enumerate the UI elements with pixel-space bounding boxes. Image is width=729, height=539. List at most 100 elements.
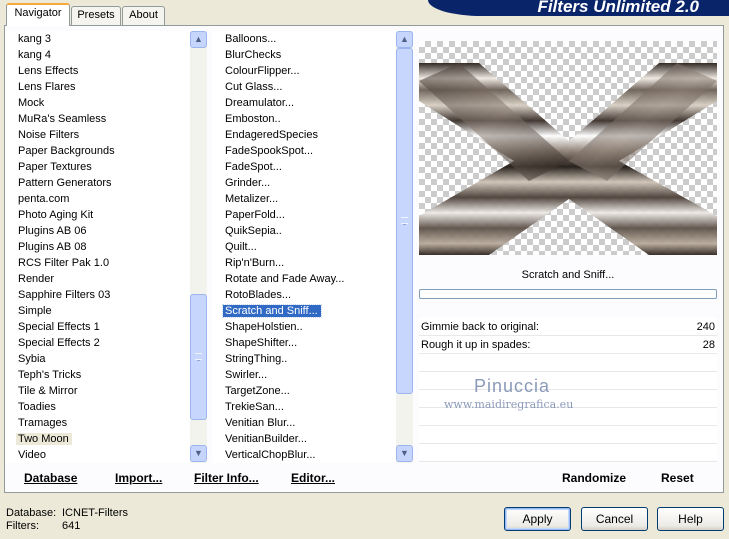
- list-item[interactable]: kang 3: [5, 31, 191, 47]
- param-value[interactable]: 240: [697, 318, 715, 336]
- list-item[interactable]: Emboston..: [212, 111, 397, 127]
- list-item[interactable]: MuRa's Seamless: [5, 111, 191, 127]
- down-arrow-icon[interactable]: ▼: [190, 445, 207, 462]
- category-list[interactable]: kang 3 kang 4 Lens Effects Lens Flares Mock M…: [5, 31, 191, 463]
- list-item[interactable]: penta.com: [5, 191, 191, 207]
- list-item-label: Teph's Tricks: [18, 369, 82, 381]
- help-button[interactable]: Help: [657, 507, 724, 531]
- param-row[interactable]: Gimmie back to original: 240: [419, 318, 717, 336]
- list-item[interactable]: ShapeShifter...: [212, 335, 397, 351]
- list-item-label: Sybia: [18, 353, 46, 365]
- list-item[interactable]: QuikSepia..: [212, 223, 397, 239]
- list-item[interactable]: Dreamulator...: [212, 95, 397, 111]
- up-arrow-icon[interactable]: ▲: [396, 31, 413, 48]
- list-item[interactable]: RCS Filter Pak 1.0: [5, 255, 191, 271]
- list-item[interactable]: Lens Flares: [5, 79, 191, 95]
- list-item[interactable]: StringThing..: [212, 351, 397, 367]
- preview-art: [419, 63, 717, 255]
- filter-scrollbar[interactable]: ▲ ▼: [396, 31, 413, 463]
- list-item[interactable]: Plugins AB 06: [5, 223, 191, 239]
- list-item[interactable]: FadeSpot...: [212, 159, 397, 175]
- tab-about[interactable]: About: [122, 6, 165, 25]
- list-item[interactable]: Plugins AB 08: [5, 239, 191, 255]
- list-item-label: Grinder...: [225, 177, 271, 189]
- list-item[interactable]: Paper Backgrounds: [5, 143, 191, 159]
- cancel-button[interactable]: Cancel: [581, 507, 648, 531]
- list-item-label: Photo Aging Kit: [18, 209, 94, 221]
- reset-button[interactable]: Reset: [661, 471, 694, 485]
- list-item-label: FadeSpookSpot...: [225, 145, 314, 157]
- watermark-name: Pinuccia: [474, 376, 551, 396]
- list-item[interactable]: EndageredSpecies: [212, 127, 397, 143]
- list-item[interactable]: Rip'n'Burn...: [212, 255, 397, 271]
- list-item-label: RotoBlades...: [225, 289, 292, 301]
- list-item[interactable]: Swirler...: [212, 367, 397, 383]
- list-item[interactable]: Sapphire Filters 03: [5, 287, 191, 303]
- list-item[interactable]: Simple: [5, 303, 191, 319]
- list-item-label: Lens Flares: [18, 81, 76, 93]
- filter-info-button[interactable]: Filter Info...: [194, 471, 259, 485]
- filter-scroll-thumb[interactable]: [396, 48, 413, 394]
- list-item-label: Noise Filters: [18, 129, 80, 141]
- list-item-label: Metalizer...: [225, 193, 279, 205]
- list-item[interactable]: Lens Effects: [5, 63, 191, 79]
- list-item[interactable]: Toadies: [5, 399, 191, 415]
- list-item[interactable]: Venitian Blur...: [212, 415, 397, 431]
- selected-list-item[interactable]: Two Moon: [5, 431, 191, 447]
- list-item[interactable]: TargetZone...: [212, 383, 397, 399]
- list-item[interactable]: Balloons...: [212, 31, 397, 47]
- list-item[interactable]: Teph's Tricks: [5, 367, 191, 383]
- filter-list[interactable]: Balloons... BlurChecks ColourFlipper... Cut…: [212, 31, 397, 463]
- progress-bar: [419, 289, 717, 299]
- param-value[interactable]: 28: [703, 336, 715, 354]
- list-item[interactable]: Paper Textures: [5, 159, 191, 175]
- import-button[interactable]: Import...: [115, 471, 162, 485]
- list-item[interactable]: Grinder...: [212, 175, 397, 191]
- param-row[interactable]: Rough it up in spades: 28: [419, 336, 717, 354]
- list-item[interactable]: ShapeHolstien..: [212, 319, 397, 335]
- list-item[interactable]: Special Effects 1: [5, 319, 191, 335]
- list-item[interactable]: PaperFold...: [212, 207, 397, 223]
- tab-navigator[interactable]: Navigator: [6, 3, 70, 26]
- list-item-label: RCS Filter Pak 1.0: [18, 257, 110, 269]
- down-arrow-icon[interactable]: ▼: [396, 445, 413, 462]
- database-button[interactable]: Database: [24, 471, 77, 485]
- up-arrow-icon[interactable]: ▲: [190, 31, 207, 48]
- list-item[interactable]: Quilt...: [212, 239, 397, 255]
- list-item-label: Rip'n'Burn...: [225, 257, 285, 269]
- category-scroll-thumb[interactable]: [190, 294, 207, 420]
- list-item[interactable]: FadeSpookSpot...: [212, 143, 397, 159]
- list-item[interactable]: VenitianBuilder...: [212, 431, 397, 447]
- list-item[interactable]: BlurChecks: [212, 47, 397, 63]
- category-scrollbar[interactable]: ▲ ▼: [190, 31, 207, 463]
- list-item[interactable]: Video: [5, 447, 191, 463]
- list-item[interactable]: Mock: [5, 95, 191, 111]
- list-item[interactable]: kang 4: [5, 47, 191, 63]
- list-item[interactable]: RotoBlades...: [212, 287, 397, 303]
- list-item[interactable]: Noise Filters: [5, 127, 191, 143]
- list-item[interactable]: VerticalChopBlur...: [212, 447, 397, 463]
- list-item[interactable]: Photo Aging Kit: [5, 207, 191, 223]
- list-item[interactable]: Sybia: [5, 351, 191, 367]
- selected-list-item[interactable]: Scratch and Sniff...: [212, 303, 397, 319]
- list-item[interactable]: ColourFlipper...: [212, 63, 397, 79]
- list-item[interactable]: Tile & Mirror: [5, 383, 191, 399]
- list-item[interactable]: Special Effects 2: [5, 335, 191, 351]
- list-item[interactable]: Render: [5, 271, 191, 287]
- list-item[interactable]: Cut Glass...: [212, 79, 397, 95]
- preview-image: [419, 41, 717, 255]
- list-item-label: Plugins AB 08: [18, 241, 87, 253]
- window-title-banner: Filters Unlimited 2.0: [428, 0, 729, 16]
- list-item[interactable]: Pattern Generators: [5, 175, 191, 191]
- list-item[interactable]: Rotate and Fade Away...: [212, 271, 397, 287]
- editor-button[interactable]: Editor...: [291, 471, 335, 485]
- list-item[interactable]: TrekieSan...: [212, 399, 397, 415]
- apply-button[interactable]: Apply: [504, 507, 571, 531]
- randomize-button[interactable]: Randomize: [562, 471, 626, 485]
- list-item[interactable]: Metalizer...: [212, 191, 397, 207]
- empty-param-row: [419, 444, 717, 462]
- list-item[interactable]: Tramages: [5, 415, 191, 431]
- tab-presets[interactable]: Presets: [71, 6, 121, 25]
- list-item-label: Special Effects 1: [18, 321, 100, 333]
- list-item-label: Cut Glass...: [225, 81, 283, 93]
